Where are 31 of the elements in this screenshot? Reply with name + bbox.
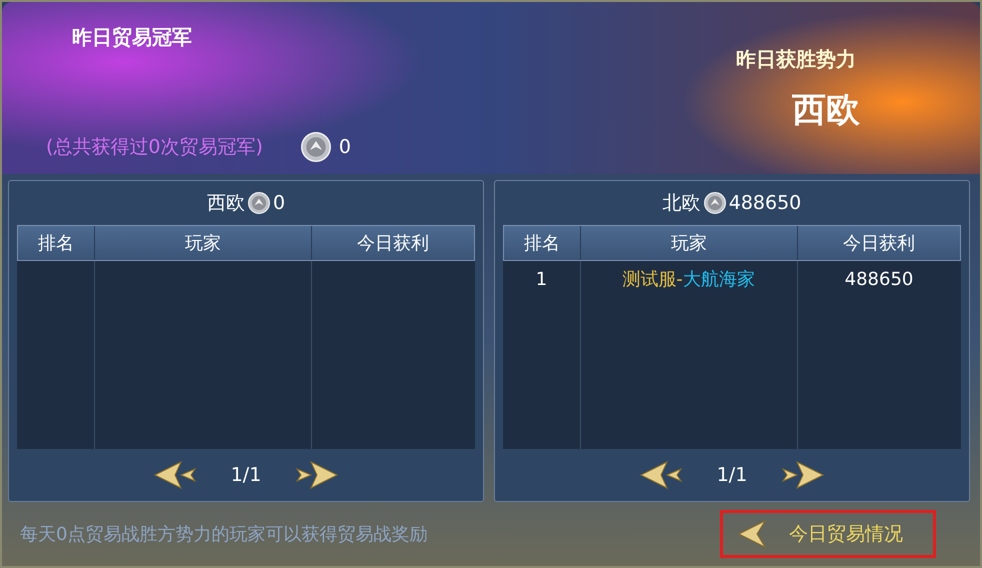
- page-indicator: 1/1: [230, 464, 262, 486]
- coin-count: 488650: [728, 192, 802, 214]
- today-trade-button[interactable]: 今日贸易情况: [720, 510, 936, 558]
- coin-icon: [704, 192, 726, 214]
- player-name: 大航海家: [682, 269, 755, 290]
- column-header: 玩家: [581, 226, 798, 260]
- profit-cell-text: 488650: [844, 268, 914, 290]
- column-header: 排名: [18, 226, 95, 260]
- column-header: 今日获利: [842, 232, 916, 256]
- faction-name: 西欧: [206, 191, 245, 216]
- coin-count: 0: [272, 192, 286, 214]
- winner-label: 昨日获胜势力: [736, 46, 856, 73]
- rank-cell-text: 1: [534, 268, 548, 290]
- coin-count: 0: [338, 136, 352, 158]
- coin-icon: [300, 132, 331, 162]
- column-header: 今日获利: [356, 232, 430, 256]
- faction-name: 北欧: [662, 191, 701, 216]
- column-header: 玩家: [95, 226, 312, 260]
- next-page-button[interactable]: [781, 460, 826, 490]
- column-header: 排名: [504, 226, 581, 260]
- previous-page-button[interactable]: [152, 460, 197, 490]
- champion-title: 昨日贸易冠军: [72, 24, 193, 51]
- arrow-left-icon: [737, 519, 767, 549]
- champion-count: (总共获得过0次贸易冠军): [46, 135, 263, 160]
- next-page-button[interactable]: [295, 460, 340, 490]
- winner-faction: 西欧: [792, 89, 860, 132]
- page-indicator: 1/1: [716, 464, 748, 486]
- previous-page-button[interactable]: [638, 460, 683, 490]
- reward-note: 每天0点贸易战胜方势力的玩家可以获得贸易战奖励: [20, 523, 428, 546]
- server-name: 测试服-: [622, 269, 683, 290]
- coin-icon: [248, 192, 270, 214]
